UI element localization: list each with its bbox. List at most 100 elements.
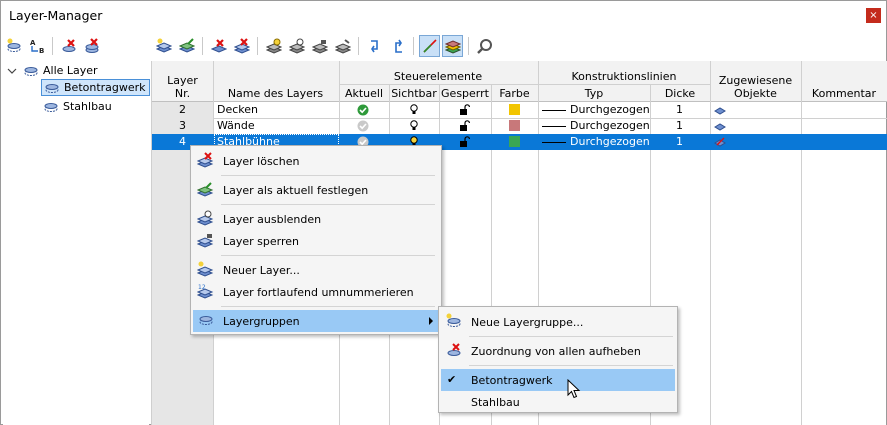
layer-name-cell[interactable]: Decken bbox=[217, 102, 258, 118]
zoom-icon bbox=[477, 39, 492, 54]
delete-layer-button[interactable] bbox=[208, 35, 229, 57]
menu-item-layer-groups[interactable]: Layergruppen bbox=[193, 310, 439, 332]
toolbar-separator bbox=[257, 37, 258, 55]
header-kommentar[interactable]: Kommentar bbox=[801, 87, 887, 100]
mouse-cursor-icon bbox=[567, 379, 581, 399]
assigned-objects-icon[interactable] bbox=[714, 121, 726, 131]
header-assigned-top: Zugewiesene bbox=[718, 74, 793, 87]
header-gesperrt[interactable]: Gesperrt bbox=[439, 87, 491, 100]
zoom-button[interactable] bbox=[474, 35, 495, 57]
header-name[interactable]: Name des Layers bbox=[213, 87, 338, 100]
color-swatch[interactable] bbox=[509, 120, 520, 131]
unlocked-icon[interactable] bbox=[459, 104, 470, 116]
undo-button[interactable] bbox=[364, 35, 385, 57]
layer-stack-icon bbox=[445, 40, 461, 54]
line-type-cell[interactable]: Durchgezogen bbox=[570, 118, 650, 134]
line-type-cell[interactable]: Durchgezogen bbox=[570, 102, 650, 118]
menu-separator bbox=[221, 175, 435, 176]
tree-root-label: Alle Layer bbox=[43, 64, 98, 77]
header-farbe[interactable]: Farbe bbox=[491, 87, 538, 100]
header-nr-top: Layer bbox=[167, 74, 198, 87]
line-type-cell[interactable]: Durchgezogen bbox=[570, 134, 650, 150]
unlock-layer-button[interactable] bbox=[332, 35, 353, 57]
thickness-cell[interactable]: 1 bbox=[676, 134, 683, 150]
menu-item-renumber[interactable]: 12 Layer fortlaufend umnummerieren bbox=[193, 281, 439, 303]
submenu-item-stahlbau[interactable]: Stahlbau bbox=[441, 391, 675, 413]
context-menu: Layer löschen Layer als aktuell festlege… bbox=[190, 145, 442, 335]
redo-button[interactable] bbox=[387, 35, 408, 57]
menu-item-hide-layer[interactable]: Layer ausblenden bbox=[193, 208, 439, 230]
menu-item-label: Layer löschen bbox=[223, 154, 300, 168]
set-current-button[interactable] bbox=[176, 35, 197, 57]
visible-bulb-icon[interactable] bbox=[409, 120, 419, 132]
layer-group-icon bbox=[45, 83, 59, 93]
menu-item-new-layer[interactable]: Neuer Layer... bbox=[193, 259, 439, 281]
close-button[interactable]: × bbox=[866, 8, 881, 23]
line-type-sample bbox=[542, 110, 566, 111]
new-layer-icon bbox=[196, 261, 214, 277]
current-check-icon[interactable] bbox=[357, 104, 369, 116]
header-controls-group: Steuerelemente bbox=[393, 70, 483, 83]
table-row[interactable]: 2 Decken Durchgezogen 1 bbox=[152, 102, 887, 118]
layer-group-icon bbox=[44, 102, 58, 112]
header-nr-bottom: Nr. bbox=[174, 87, 191, 100]
submenu-item-remove-assignment[interactable]: Zuordnung von allen aufheben bbox=[441, 340, 675, 362]
layer-name-cell[interactable]: Wände bbox=[217, 118, 255, 134]
unlock-layer-icon bbox=[335, 39, 351, 54]
renumber-icon: 12 bbox=[196, 284, 214, 299]
menu-separator bbox=[469, 336, 673, 337]
table-row[interactable]: 3 Wände Durchgezogen 1 bbox=[152, 118, 887, 134]
delete-all-layers-button[interactable] bbox=[231, 35, 252, 57]
delete-all-groups-button[interactable] bbox=[81, 35, 102, 57]
assigned-objects-edit-icon[interactable] bbox=[714, 137, 726, 147]
menu-item-delete-layer[interactable]: Layer löschen bbox=[193, 150, 439, 172]
assigned-objects-icon[interactable] bbox=[714, 105, 726, 115]
menu-item-label: Layer sperren bbox=[223, 234, 299, 248]
header-dicke[interactable]: Dicke bbox=[650, 87, 710, 100]
unlocked-icon[interactable] bbox=[459, 120, 470, 132]
submenu-item-label: Betontragwerk bbox=[471, 373, 553, 387]
new-layer-button[interactable] bbox=[153, 35, 174, 57]
tree-item-stahlbau[interactable]: Stahlbau bbox=[43, 98, 112, 115]
tree-item-label: Betontragwerk bbox=[64, 81, 146, 94]
unlocked-icon[interactable] bbox=[459, 136, 470, 148]
header-typ[interactable]: Typ bbox=[538, 87, 650, 100]
menu-item-lock-layer[interactable]: Layer sperren bbox=[193, 230, 439, 252]
hide-layer-button[interactable] bbox=[263, 35, 284, 57]
thickness-cell[interactable]: 1 bbox=[676, 102, 683, 118]
color-swatch[interactable] bbox=[509, 104, 520, 115]
delete-group-button[interactable] bbox=[58, 35, 79, 57]
thickness-cell[interactable]: 1 bbox=[676, 118, 683, 134]
delete-all-layers-icon bbox=[234, 38, 250, 54]
delete-layer-icon bbox=[211, 39, 227, 53]
submenu-item-label: Neue Layergruppe... bbox=[471, 315, 584, 329]
header-aktuell[interactable]: Aktuell bbox=[339, 87, 389, 100]
new-layer-icon bbox=[156, 38, 172, 53]
new-layer-group-icon bbox=[446, 313, 461, 327]
menu-item-label: Layer fortlaufend umnummerieren bbox=[223, 285, 414, 299]
svg-text:A: A bbox=[30, 39, 36, 47]
tree-root-row[interactable]: Alle Layer bbox=[7, 62, 98, 79]
menu-separator bbox=[469, 365, 673, 366]
tree-item-betontragwerk[interactable]: Betontragwerk bbox=[41, 79, 150, 96]
menu-item-set-current[interactable]: Layer als aktuell festlegen bbox=[193, 179, 439, 201]
submenu-item-betontragwerk[interactable]: ✔ Betontragwerk bbox=[441, 369, 675, 391]
visible-bulb-icon[interactable] bbox=[409, 104, 419, 116]
header-assigned-bottom[interactable]: Objekte bbox=[710, 87, 801, 100]
hide-layer-icon bbox=[196, 210, 214, 226]
rename-button[interactable]: AB bbox=[26, 35, 47, 57]
lock-layer-button[interactable] bbox=[309, 35, 330, 57]
svg-text:B: B bbox=[39, 47, 44, 54]
color-swatch[interactable] bbox=[509, 136, 520, 147]
undo-icon bbox=[371, 40, 378, 53]
header-sichtbar[interactable]: Sichtbar bbox=[389, 87, 439, 100]
show-layer-button[interactable] bbox=[286, 35, 307, 57]
menu-item-label: Layer ausblenden bbox=[223, 212, 322, 226]
new-layer-group-button[interactable] bbox=[3, 35, 24, 57]
submenu-item-new-group[interactable]: Neue Layergruppe... bbox=[441, 311, 675, 333]
not-current-check-icon[interactable] bbox=[357, 120, 369, 132]
row-number: 2 bbox=[152, 102, 213, 118]
layer-stack-button[interactable] bbox=[442, 35, 463, 57]
line-color-button[interactable] bbox=[419, 35, 440, 57]
layer-group-icon bbox=[24, 66, 38, 76]
